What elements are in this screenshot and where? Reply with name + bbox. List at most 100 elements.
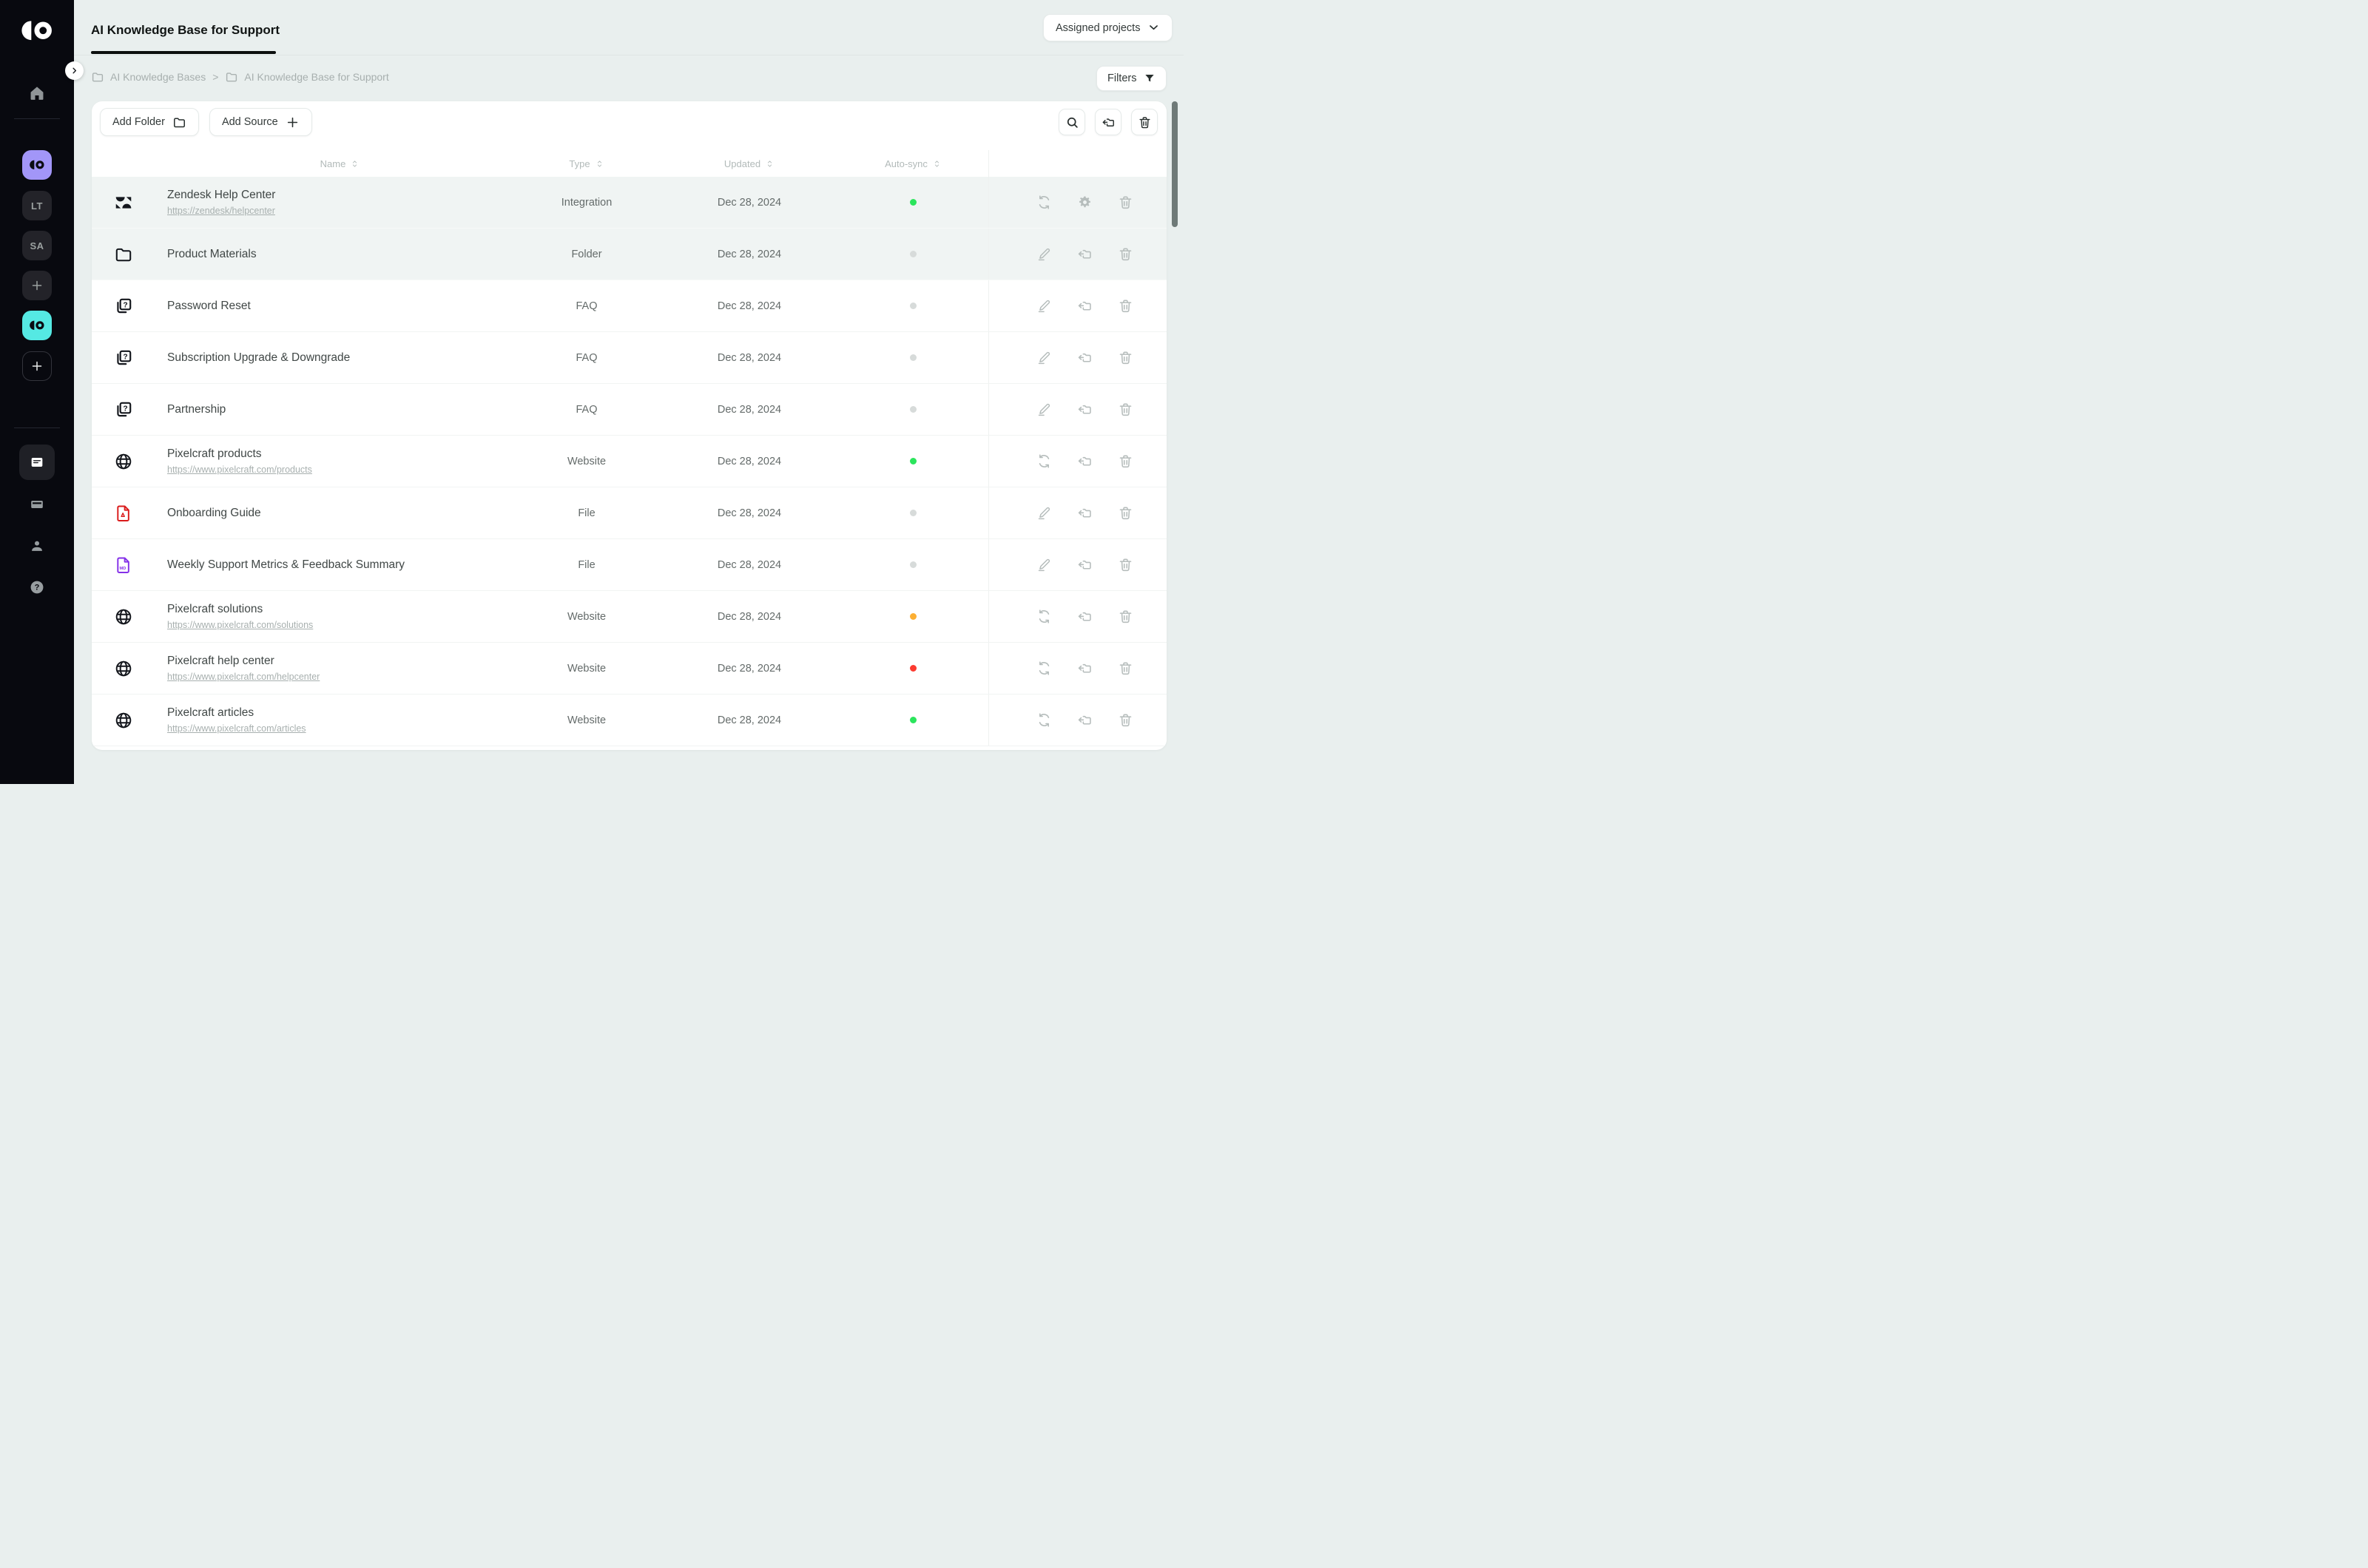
add-source-button[interactable]: Add Source <box>209 108 312 136</box>
folder-move-button[interactable] <box>1077 402 1093 417</box>
row-updated: Dec 28, 2024 <box>661 663 838 675</box>
row-name: Product Materials <box>167 248 513 261</box>
workspace-tile-active[interactable] <box>22 150 52 180</box>
folder-move-button[interactable] <box>1077 350 1093 365</box>
breadcrumb-label: AI Knowledge Bases <box>110 71 206 83</box>
workspace-tile-lt[interactable]: LT <box>22 191 52 220</box>
row-url-link[interactable]: https://www.pixelcraft.com/helpcenter <box>167 672 320 682</box>
trash-button[interactable] <box>1118 402 1133 417</box>
pencil-button[interactable] <box>1036 246 1052 262</box>
sidebar-divider <box>14 118 60 119</box>
trash-button[interactable] <box>1118 453 1133 469</box>
delete-button[interactable] <box>1131 109 1158 135</box>
row-actions <box>988 229 1167 280</box>
column-header-autosync[interactable]: Auto-sync <box>885 158 942 169</box>
row-updated: Dec 28, 2024 <box>661 249 838 260</box>
sidebar-item-knowledge-base[interactable] <box>19 445 55 480</box>
table-row[interactable]: Product Materials Folder Dec 28, 2024 <box>92 229 1167 280</box>
move-to-folder-button[interactable] <box>1095 109 1121 135</box>
row-url-link[interactable]: https://www.pixelcraft.com/solutions <box>167 620 313 630</box>
sidebar-item-profile[interactable] <box>19 528 55 564</box>
folder-move-button[interactable] <box>1077 660 1093 676</box>
table-row[interactable]: ? Partnership FAQ Dec 28, 2024 <box>92 384 1167 436</box>
sync-button[interactable] <box>1036 453 1052 469</box>
trash-button[interactable] <box>1118 195 1133 210</box>
assigned-projects-dropdown[interactable]: Assigned projects <box>1043 14 1173 41</box>
add-folder-button[interactable]: Add Folder <box>100 108 199 136</box>
svg-text:?: ? <box>123 301 127 309</box>
breadcrumb-item-current[interactable]: AI Knowledge Base for Support <box>225 70 388 84</box>
pencil-button[interactable] <box>1036 505 1052 521</box>
row-actions <box>988 436 1167 487</box>
row-actions <box>988 539 1167 590</box>
trash-button[interactable] <box>1118 505 1133 521</box>
svg-text:MD: MD <box>120 566 127 570</box>
row-url-link[interactable]: https://www.pixelcraft.com/articles <box>167 723 306 734</box>
row-updated: Dec 28, 2024 <box>661 611 838 623</box>
folder-move-button[interactable] <box>1077 712 1093 728</box>
row-url-link[interactable]: https://www.pixelcraft.com/products <box>167 464 312 475</box>
column-header-type[interactable]: Type <box>569 158 604 169</box>
home-icon[interactable] <box>27 84 47 103</box>
workspace-tile-sa[interactable]: SA <box>22 231 52 260</box>
column-header-name[interactable]: Name <box>320 158 360 169</box>
filters-button[interactable]: Filters <box>1096 66 1167 91</box>
add-workspace-button[interactable] <box>22 271 52 300</box>
folder-move-button[interactable] <box>1077 505 1093 521</box>
trash-button[interactable] <box>1118 609 1133 624</box>
row-type: Integration <box>513 197 661 209</box>
row-name: Zendesk Help Center <box>167 189 513 202</box>
row-actions <box>988 332 1167 383</box>
table-row[interactable]: Zendesk Help Center https://zendesk/help… <box>92 177 1167 229</box>
sync-status-dot <box>910 354 917 361</box>
sidebar-expand-button[interactable] <box>65 61 84 80</box>
table-row[interactable]: MD Weekly Support Metrics & Feedback Sum… <box>92 539 1167 591</box>
sidebar-item-help[interactable]: ? <box>19 570 55 605</box>
sidebar-item-card[interactable] <box>19 487 55 522</box>
workspace-initials: SA <box>30 240 44 251</box>
pencil-button[interactable] <box>1036 557 1052 572</box>
table-row[interactable]: Pixelcraft help center https://www.pixel… <box>92 643 1167 695</box>
gear-button[interactable] <box>1077 195 1093 210</box>
person-icon <box>29 538 45 554</box>
sort-icon <box>595 159 604 169</box>
sync-button[interactable] <box>1036 660 1052 676</box>
row-type: Website <box>513 611 661 623</box>
sync-button[interactable] <box>1036 195 1052 210</box>
row-actions <box>988 643 1167 694</box>
scrollbar-thumb[interactable] <box>1172 101 1178 227</box>
workspace-tile-cyan[interactable] <box>22 311 52 340</box>
trash-button[interactable] <box>1118 246 1133 262</box>
table-row[interactable]: Onboarding Guide File Dec 28, 2024 <box>92 487 1167 539</box>
page-title-tab[interactable]: AI Knowledge Base for Support <box>91 23 280 38</box>
folder-move-button[interactable] <box>1077 298 1093 314</box>
workspace-initials: LT <box>31 200 43 212</box>
faq-icon: ? <box>114 297 157 316</box>
table-row[interactable]: Pixelcraft products https://www.pixelcra… <box>92 436 1167 487</box>
row-url-link[interactable]: https://zendesk/helpcenter <box>167 206 275 216</box>
trash-button[interactable] <box>1118 660 1133 676</box>
trash-button[interactable] <box>1118 298 1133 314</box>
trash-button[interactable] <box>1118 350 1133 365</box>
trash-button[interactable] <box>1118 712 1133 728</box>
sync-button[interactable] <box>1036 712 1052 728</box>
sync-button[interactable] <box>1036 609 1052 624</box>
table-row[interactable]: ? Subscription Upgrade & Downgrade FAQ D… <box>92 332 1167 384</box>
folder-move-button[interactable] <box>1077 609 1093 624</box>
create-workspace-button[interactable] <box>22 351 52 381</box>
folder-move-button[interactable] <box>1077 557 1093 572</box>
pencil-button[interactable] <box>1036 298 1052 314</box>
folder-move-button[interactable] <box>1077 453 1093 469</box>
folder-move-button[interactable] <box>1077 246 1093 262</box>
table-row[interactable]: ? Password Reset FAQ Dec 28, 2024 <box>92 280 1167 332</box>
column-header-updated[interactable]: Updated <box>724 158 775 169</box>
pencil-button[interactable] <box>1036 350 1052 365</box>
breadcrumb-item-root[interactable]: AI Knowledge Bases <box>91 70 206 84</box>
trash-button[interactable] <box>1118 557 1133 572</box>
row-actions <box>988 384 1167 435</box>
row-actions <box>988 695 1167 746</box>
table-row[interactable]: Pixelcraft solutions https://www.pixelcr… <box>92 591 1167 643</box>
search-button[interactable] <box>1059 109 1085 135</box>
pencil-button[interactable] <box>1036 402 1052 417</box>
table-row[interactable]: Pixelcraft articles https://www.pixelcra… <box>92 695 1167 746</box>
